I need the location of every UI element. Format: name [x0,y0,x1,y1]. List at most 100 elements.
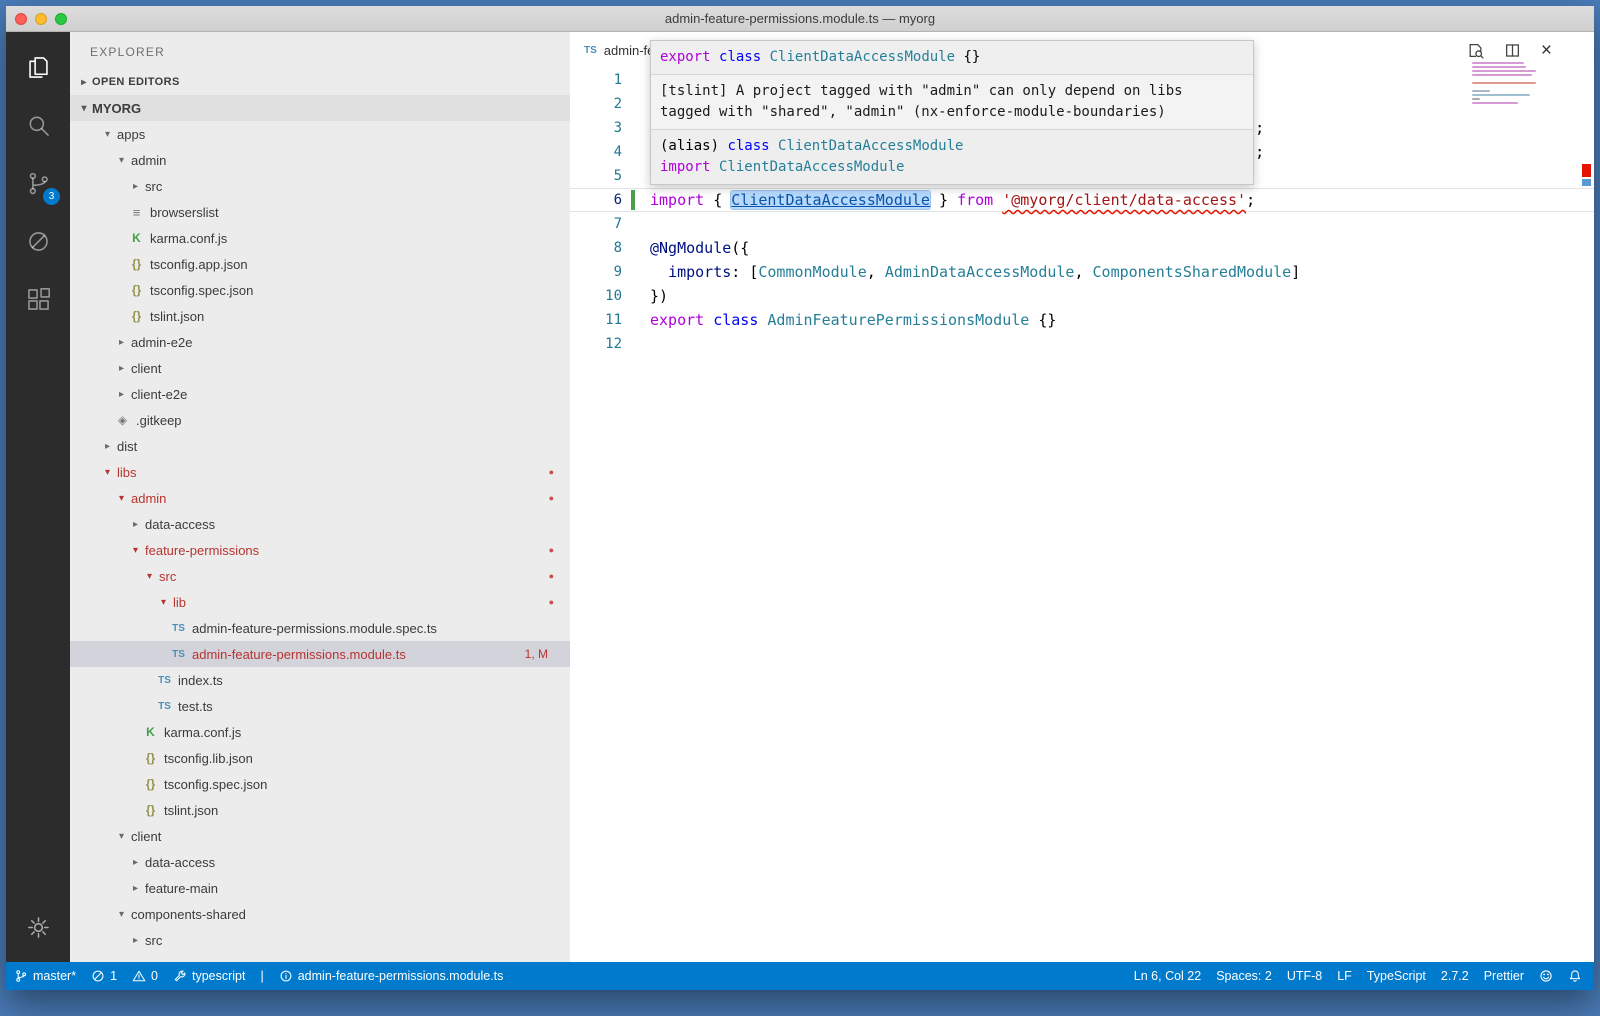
activitybar-debug-icon[interactable] [13,216,63,266]
tree-item-feature-permissions[interactable]: ▾feature-permissions● [70,537,570,563]
tree-item-client[interactable]: ▸client [70,355,570,381]
tree-item-karma.conf.js[interactable]: Kkarma.conf.js [70,719,570,745]
code-line-6[interactable]: 6import { ClientDataAccessModule } from … [570,188,1594,212]
code-line-9[interactable]: 9 imports: [CommonModule, AdminDataAcces… [570,260,1594,284]
notifications-bell-icon[interactable] [1568,969,1582,983]
chevron-down-icon: ▾ [100,129,115,140]
split-editor-icon[interactable] [1504,42,1521,59]
tree-item-libs[interactable]: ▾libs● [70,459,570,485]
eol[interactable]: LF [1337,969,1352,983]
tree-item-client[interactable]: ▾client [70,823,570,849]
tree-item-karma.conf.js[interactable]: Kkarma.conf.js [70,225,570,251]
activitybar-search-icon[interactable] [13,100,63,150]
karma-file-icon: K [128,231,145,245]
code-line-8[interactable]: 8@NgModule({ [570,236,1594,260]
tree-item-data-access[interactable]: ▸data-access [70,849,570,875]
encoding[interactable]: UTF-8 [1287,969,1322,983]
modified-dot-icon: ● [549,571,554,581]
chevron-right-icon: ▸ [128,519,143,530]
tree-item-tsconfig.lib.json[interactable]: {}tsconfig.lib.json [70,745,570,771]
tree-item-label: client [131,829,161,844]
tree-item-index.ts[interactable]: TSindex.ts [70,667,570,693]
minimize-window-button[interactable] [35,13,47,25]
json-file-icon: {} [142,803,159,817]
code-line-10[interactable]: 10}) [570,284,1594,308]
editor-area: TS admin-feature-permissions.module.ts ×… [570,32,1594,962]
open-preview-icon[interactable] [1467,42,1484,59]
chevron-right-icon: ▸ [128,883,143,894]
workspace-root-header[interactable]: ▾ MYORG [70,95,570,121]
code-line-12[interactable]: 12 [570,332,1594,356]
tree-item-feature-main[interactable]: ▸feature-main [70,875,570,901]
desktop-background: admin-feature-permissions.module.ts — my… [0,0,1600,1016]
activitybar-explorer-icon[interactable] [13,42,63,92]
separator: | [260,969,263,983]
tree-item-admin-feature-permissions.module.ts[interactable]: TSadmin-feature-permissions.module.ts1, … [70,641,570,667]
tree-item-admin[interactable]: ▾admin● [70,485,570,511]
git-branch-status[interactable]: master* [14,969,76,983]
activitybar-source-control-icon[interactable]: 3 [13,158,63,208]
close-window-button[interactable] [15,13,27,25]
tree-item-tslint.json[interactable]: {}tslint.json [70,797,570,823]
chevron-right-icon: ▸ [100,441,115,452]
indentation[interactable]: Spaces: 2 [1216,969,1272,983]
minimap[interactable] [1472,62,1538,110]
goto-definition-link[interactable]: ClientDataAccessModule [731,191,930,209]
tree-item-label: libs [117,465,137,480]
line-number: 2 [570,96,622,112]
language-mode[interactable]: TypeScript [1367,969,1426,983]
typescript-task-status[interactable]: typescript [173,969,246,983]
warning-count[interactable]: 0 [132,969,158,983]
tree-item-test.ts[interactable]: TStest.ts [70,693,570,719]
chevron-right-icon: ▸ [76,77,92,88]
open-editors-header[interactable]: ▸ OPEN EDITORS [70,69,570,95]
tree-item-admin-e2e[interactable]: ▸admin-e2e [70,329,570,355]
chevron-right-icon: ▸ [114,363,129,374]
file-problems-status[interactable]: admin-feature-permissions.module.ts [279,969,504,983]
tree-item-tslint.json[interactable]: {}tslint.json [70,303,570,329]
typescript-version[interactable]: 2.7.2 [1441,969,1469,983]
tree-item-browserslist[interactable]: ≡browserslist [70,199,570,225]
close-editor-icon[interactable]: × [1541,41,1552,60]
tree-item-dist[interactable]: ▸dist [70,433,570,459]
tree-item-admin[interactable]: ▾admin [70,147,570,173]
json-file-icon: {} [142,777,159,791]
tree-item-data-access[interactable]: ▸data-access [70,511,570,537]
hover-tooltip: export class ClientDataAccessModule {} [… [650,40,1254,185]
tree-item-label: components-shared [131,907,246,922]
traffic-lights [15,6,67,31]
tree-item-label: tsconfig.spec.json [150,283,253,298]
code-line-7[interactable]: 7 [570,212,1594,236]
cursor-position[interactable]: Ln 6, Col 22 [1134,969,1201,983]
tree-item-tsconfig.spec.json[interactable]: {}tsconfig.spec.json [70,277,570,303]
chevron-right-icon: ▸ [128,857,143,868]
tree-item-label: feature-main [145,881,218,896]
tree-item-label: karma.conf.js [164,725,241,740]
tree-item-apps[interactable]: ▾apps [70,121,570,147]
tree-item-tsconfig.spec.json[interactable]: {}tsconfig.spec.json [70,771,570,797]
tree-item-src[interactable]: ▸src [70,173,570,199]
activitybar-extensions-icon[interactable] [13,274,63,324]
chevron-down-icon: ▾ [114,493,129,504]
status-bar-right: Ln 6, Col 22 Spaces: 2 UTF-8 LF TypeScript 2.… [1134,969,1582,983]
tree-item-.gitkeep[interactable]: ◈.gitkeep [70,407,570,433]
modified-dot-icon: ● [549,597,554,607]
zoom-window-button[interactable] [55,13,67,25]
tree-item-client-e2e[interactable]: ▸client-e2e [70,381,570,407]
feedback-smiley-icon[interactable] [1539,969,1553,983]
error-count[interactable]: 1 [91,969,117,983]
code-editor[interactable]: 123 ;4 ';56import { ClientDataAccessModu… [570,68,1594,962]
chevron-down-icon: ▾ [114,831,129,842]
prettier-status[interactable]: Prettier [1484,969,1524,983]
tree-item-src[interactable]: ▾src● [70,563,570,589]
tree-item-components-shared[interactable]: ▾components-shared [70,901,570,927]
tree-item-admin-feature-permissions.module.spec.ts[interactable]: TSadmin-feature-permissions.module.spec.… [70,615,570,641]
tooltip-tslint-message: [tslint] A project tagged with "admin" c… [651,75,1253,130]
overview-ruler-error-mark [1582,164,1591,177]
settings-gear-icon[interactable] [25,914,52,946]
tree-item-tsconfig.app.json[interactable]: {}tsconfig.app.json [70,251,570,277]
code-line-11[interactable]: 11export class AdminFeaturePermissionsMo… [570,308,1594,332]
chevron-down-icon: ▾ [100,467,115,478]
tree-item-lib[interactable]: ▾lib● [70,589,570,615]
tree-item-src[interactable]: ▸src [70,927,570,953]
